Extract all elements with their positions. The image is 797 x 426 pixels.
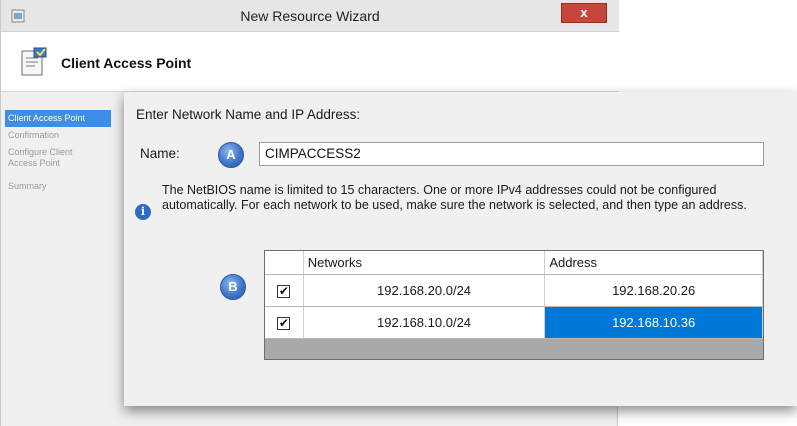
network-checkbox[interactable]: ✔ xyxy=(277,285,291,298)
wizard-page-icon xyxy=(21,47,47,76)
table-header-row: Networks Address xyxy=(265,251,763,275)
network-table: Networks Address ✔ 192.168.20.0/24 192.1… xyxy=(265,251,763,339)
info-message: The NetBIOS name is limited to 15 charac… xyxy=(162,183,747,212)
column-header-select xyxy=(265,251,304,275)
row-checkbox-cell: ✔ xyxy=(265,306,304,339)
network-cell: 192.168.10.0/24 xyxy=(303,306,546,339)
network-checkbox[interactable]: ✔ xyxy=(277,317,291,330)
wizard-header: Client Access Point xyxy=(1,32,619,92)
name-input[interactable]: CIMPACCESS2 xyxy=(259,142,764,166)
step-configure-client-access-point[interactable]: Configure Client Access Point xyxy=(5,144,85,172)
title-bar[interactable]: New Resource Wizard x xyxy=(1,0,619,32)
client-access-point-panel: Enter Network Name and IP Address: Name:… xyxy=(124,92,797,406)
table-row[interactable]: ✔ 192.168.10.0/24 192.168.10.36 xyxy=(265,306,763,339)
address-cell[interactable]: 192.168.20.26 xyxy=(544,274,763,307)
column-header-networks[interactable]: Networks xyxy=(303,251,546,275)
column-header-address[interactable]: Address xyxy=(544,251,763,275)
network-grid[interactable]: Networks Address ✔ 192.168.20.0/24 192.1… xyxy=(264,250,764,360)
step-confirmation[interactable]: Confirmation xyxy=(5,127,111,144)
page-title: Client Access Point xyxy=(61,55,192,71)
close-button[interactable]: x xyxy=(561,3,607,23)
address-cell[interactable]: 192.168.10.36 xyxy=(544,306,763,339)
callout-badge-a: A xyxy=(218,142,244,168)
network-cell: 192.168.20.0/24 xyxy=(303,274,546,307)
wizard-steps: Client Access Point Confirmation Configu… xyxy=(1,92,123,426)
step-summary[interactable]: Summary xyxy=(5,178,111,195)
info-icon: i xyxy=(135,204,151,220)
instruction-text: Enter Network Name and IP Address: xyxy=(136,107,361,122)
name-label: Name: xyxy=(140,146,180,161)
window-title: New Resource Wizard xyxy=(240,8,380,24)
row-checkbox-cell: ✔ xyxy=(265,274,304,307)
callout-badge-b: B xyxy=(220,274,246,300)
step-client-access-point[interactable]: Client Access Point xyxy=(5,110,111,127)
table-row[interactable]: ✔ 192.168.20.0/24 192.168.20.26 xyxy=(265,274,763,307)
